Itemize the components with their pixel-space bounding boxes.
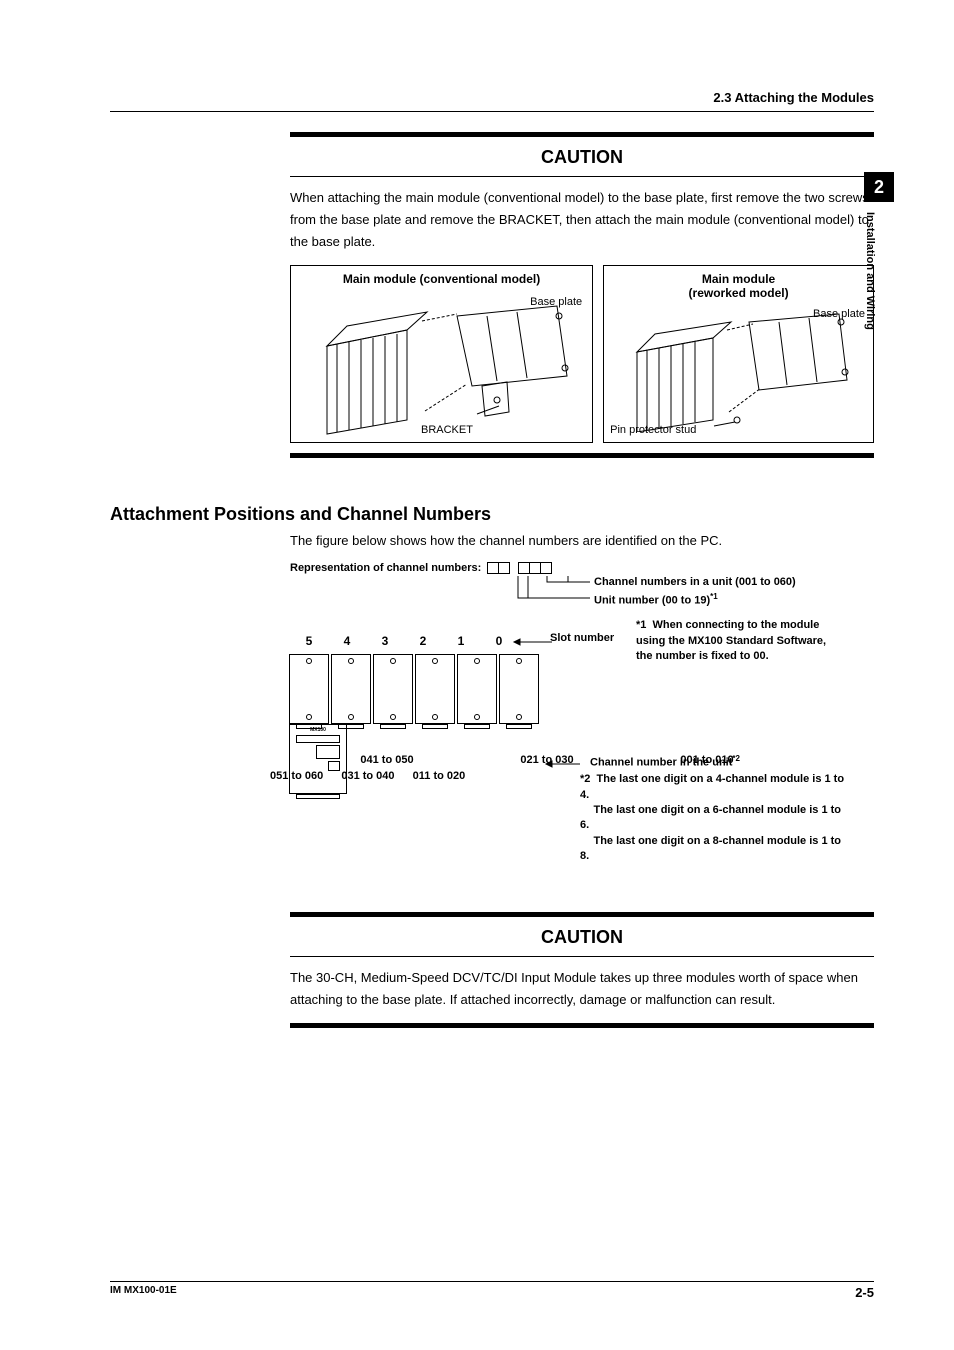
note1-text: When connecting to the module using the … [636, 619, 826, 662]
callout-channel-sup: *2 [732, 754, 740, 763]
note2-l1: The last one digit on a 4-channel module… [580, 773, 844, 800]
range-041-050: 041 to 050 [350, 754, 424, 766]
caution-rule [290, 453, 874, 458]
figure-reworked-model: Main module (reworked model) [603, 265, 874, 443]
figure-title-l2: (reworked model) [612, 286, 865, 300]
slot-0: 0 [494, 634, 504, 648]
callout-channel-number: Channel number in the unit [590, 757, 732, 769]
channel-diagram: Representation of channel numbers: Chann… [290, 562, 874, 912]
section-heading: Attachment Positions and Channel Numbers [110, 504, 874, 525]
range-011-020: 011 to 020 [413, 770, 466, 782]
callout-unit-number: Unit number (00 to 19) [594, 595, 710, 607]
figure-label-baseplate: Base plate [813, 308, 865, 320]
caution-body-text: The 30-CH, Medium-Speed DCV/TC/DI Input … [290, 967, 874, 1011]
slot-2: 2 [418, 634, 428, 648]
channel-ranges-bottom: 051 to 060 x 031 to 040 x 011 to 020 [270, 770, 465, 782]
header-rule [110, 111, 874, 112]
slot-5: 5 [304, 634, 314, 648]
figure-conventional-model: Main module (conventional model) [290, 265, 593, 443]
caution-block-1: CAUTION When attaching the main module (… [290, 132, 874, 458]
header-section-ref: 2.3 Attaching the Modules [290, 90, 874, 105]
figure-title: Main module (conventional model) [299, 272, 584, 286]
slot-number-row: 5 4 3 2 1 0 [304, 634, 504, 648]
caution-title: CAUTION [290, 927, 874, 948]
chapter-number-badge: 2 [864, 172, 894, 202]
slot-1: 1 [456, 634, 466, 648]
figure-label-pinstud: Pin protector stud [610, 424, 696, 436]
callout-channel-in-unit: Channel numbers in a unit (001 to 060) [594, 576, 796, 588]
footer-doc-id: IM MX100-01E [110, 1285, 177, 1300]
caution-block-2: CAUTION The 30-CH, Medium-Speed DCV/TC/D… [290, 912, 874, 1028]
caution-sub-rule [290, 956, 874, 957]
device-model-label: MX100 [310, 727, 326, 733]
section-intro: The figure below shows how the channel n… [290, 533, 874, 548]
figure-title-l1: Main module [612, 272, 865, 286]
page-footer: IM MX100-01E 2-5 [110, 1281, 874, 1300]
channel-arrow-icon [540, 756, 590, 772]
range-031-040: 031 to 040 [341, 770, 394, 782]
caution-rule [290, 132, 874, 137]
callout-unit-sup: *1 [710, 592, 718, 601]
figure-label-bracket: BRACKET [421, 424, 473, 436]
caution-sub-rule [290, 176, 874, 177]
module-drawing-icon [307, 286, 577, 436]
caution-rule [290, 1023, 874, 1028]
note2-l3: The last one digit on a 8-channel module… [580, 835, 841, 862]
caution-body-text: When attaching the main module (conventi… [290, 187, 874, 253]
caution-rule [290, 912, 874, 917]
caution-title: CAUTION [290, 147, 874, 168]
note1-label: *1 [636, 619, 646, 631]
footer-page-number: 2-5 [855, 1285, 874, 1300]
note2-label: *2 [580, 773, 590, 785]
slot-3: 3 [380, 634, 390, 648]
slot-4: 4 [342, 634, 352, 648]
device-illustration: MX100 [290, 654, 590, 732]
callout-lines-icon [290, 562, 860, 622]
slot-number-label: Slot number [550, 632, 614, 644]
figure-label-baseplate: Base plate [530, 296, 582, 308]
note2-l2: The last one digit on a 6-channel module… [580, 804, 841, 831]
range-051-060: 051 to 060 [270, 770, 323, 782]
